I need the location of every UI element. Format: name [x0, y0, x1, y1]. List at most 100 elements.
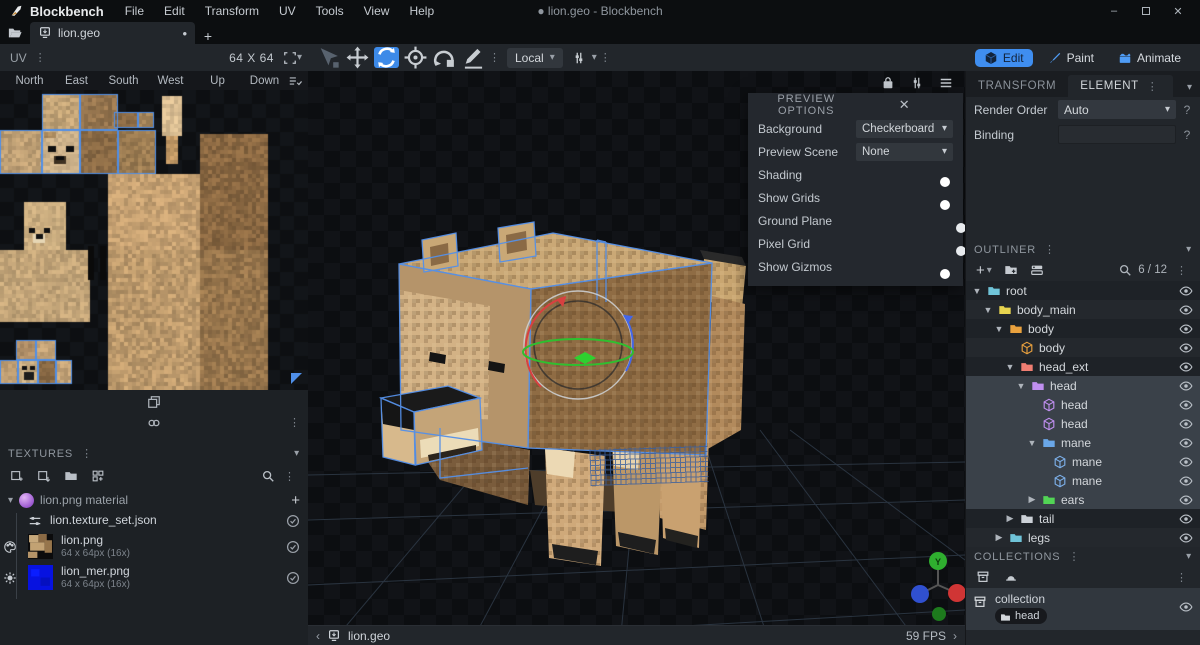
menu-file[interactable]: File: [116, 2, 153, 20]
next-tab-icon[interactable]: ›: [953, 629, 957, 643]
option-select[interactable]: None▾: [856, 143, 953, 161]
uv-texture-canvas[interactable]: [0, 90, 308, 390]
outliner-node-mane[interactable]: mane: [966, 471, 1200, 490]
tools-overflow-icon[interactable]: ⋮: [486, 51, 503, 64]
outliner-node-mane[interactable]: ▼mane: [966, 433, 1200, 452]
expand-icon[interactable]: ▶: [994, 532, 1004, 543]
move-tool[interactable]: [345, 47, 370, 68]
visibility-eye-icon[interactable]: [1179, 417, 1193, 431]
outliner-view-icon[interactable]: [1030, 263, 1044, 277]
vertex-snap-tool[interactable]: [316, 47, 341, 68]
outliner-node-ears[interactable]: ▶ears: [966, 490, 1200, 509]
textures-collapse-icon[interactable]: ▾: [294, 448, 300, 459]
close-button[interactable]: ✕: [1164, 2, 1192, 20]
toolbar-overflow-icon[interactable]: ⋮: [597, 51, 614, 64]
pivot-tool[interactable]: [403, 47, 428, 68]
visibility-eye-icon[interactable]: [1179, 512, 1193, 526]
prev-tab-icon[interactable]: ‹: [316, 629, 320, 643]
texture-enabled-icon[interactable]: [286, 514, 300, 528]
field-input[interactable]: [1058, 125, 1176, 144]
visibility-eye-icon[interactable]: [1179, 341, 1193, 355]
tab-menu-icon[interactable]: ⋮: [1144, 80, 1162, 93]
menu-edit[interactable]: Edit: [155, 2, 194, 20]
rotation-snap-icon[interactable]: [567, 47, 592, 68]
maximize-button[interactable]: [1132, 2, 1160, 20]
copy-uv-icon[interactable]: [8, 395, 300, 409]
expand-icon[interactable]: ▶: [1027, 494, 1037, 505]
frame-view-icon[interactable]: [283, 51, 297, 65]
tab-transform[interactable]: TRANSFORM: [966, 75, 1068, 97]
preview-sliders-icon[interactable]: [910, 76, 924, 90]
texture-folder-icon[interactable]: [64, 469, 78, 483]
collection-item[interactable]: collectionhead: [966, 588, 1200, 630]
bag-icon[interactable]: [881, 76, 895, 90]
outliner-node-head_ext[interactable]: ▼head_ext: [966, 357, 1200, 376]
collapse-icon[interactable]: ▼: [972, 286, 982, 296]
uv-face-up[interactable]: Up: [194, 75, 241, 87]
outliner-node-legs[interactable]: ▶legs: [966, 528, 1200, 547]
material-collapse-icon[interactable]: ▾: [8, 495, 13, 506]
outliner-node-head[interactable]: head: [966, 414, 1200, 433]
collapse-icon[interactable]: ▼: [1027, 438, 1037, 448]
uv-footer-menu-icon[interactable]: ⋮: [286, 416, 303, 429]
tab-lion-geo[interactable]: lion.geo •: [30, 22, 195, 44]
viewport-menu-icon[interactable]: [939, 76, 953, 90]
option-select[interactable]: Checkerboard▾: [856, 120, 953, 138]
add-element-button[interactable]: +▾: [976, 262, 992, 279]
texture-enabled-icon[interactable]: [286, 540, 300, 554]
menu-help[interactable]: Help: [400, 2, 443, 20]
collapse-icon[interactable]: ▼: [994, 324, 1004, 334]
pencil-tool[interactable]: [461, 47, 486, 68]
visibility-eye-icon[interactable]: [1179, 398, 1193, 412]
outliner-node-tail[interactable]: ▶tail: [966, 509, 1200, 528]
uv-checklist-icon[interactable]: [288, 74, 302, 88]
mode-paint[interactable]: Paint: [1039, 49, 1103, 67]
textures-toolbar-menu-icon[interactable]: ⋮: [281, 470, 298, 483]
uv-face-down[interactable]: Down: [241, 75, 288, 87]
frame-view-chevron-icon[interactable]: ▾: [297, 52, 302, 63]
textures-menu-icon[interactable]: ⋮: [78, 447, 96, 460]
panel-collapse-icon[interactable]: ▾: [1187, 82, 1200, 97]
texture-row[interactable]: lion.texture_set.json: [0, 511, 308, 531]
visibility-eye-icon[interactable]: [1179, 455, 1193, 469]
minimize-button[interactable]: –: [1100, 2, 1128, 20]
expand-icon[interactable]: ▶: [1005, 513, 1015, 524]
3d-viewport[interactable]: Y PREVIEW OPTIONS ✕ BackgroundCheckerboa…: [308, 71, 965, 645]
collapse-icon[interactable]: ▼: [1016, 381, 1026, 391]
outliner-node-mane[interactable]: mane: [966, 452, 1200, 471]
help-icon[interactable]: ?: [1182, 128, 1192, 142]
uv-resize-handle[interactable]: [291, 373, 302, 384]
texture-enabled-icon[interactable]: [286, 571, 300, 585]
mode-animate[interactable]: Animate: [1109, 49, 1190, 67]
outliner-menu-icon[interactable]: ⋮: [1041, 243, 1059, 256]
menu-tools[interactable]: Tools: [307, 2, 353, 20]
visibility-eye-icon[interactable]: [1179, 474, 1193, 488]
collections-menu-icon[interactable]: ⋮: [1065, 550, 1083, 563]
outliner-node-head[interactable]: ▼head: [966, 376, 1200, 395]
outliner-node-body_main[interactable]: ▼body_main: [966, 300, 1200, 319]
menu-view[interactable]: View: [355, 2, 399, 20]
outliner-search-icon[interactable]: [1118, 263, 1132, 277]
visibility-eye-icon[interactable]: [1179, 303, 1193, 317]
transform-space-select[interactable]: Local ▾: [507, 48, 563, 68]
uv-face-west[interactable]: West: [147, 75, 194, 87]
import-collection-icon[interactable]: [1004, 570, 1018, 584]
open-file-icon[interactable]: [0, 22, 30, 44]
outliner-node-body[interactable]: body: [966, 338, 1200, 357]
add-texture-button[interactable]: +: [291, 492, 300, 509]
search-icon[interactable]: [261, 469, 275, 483]
popup-close-icon[interactable]: ✕: [856, 97, 955, 113]
texture-material-group[interactable]: ▾lion.png material+: [0, 489, 308, 511]
menu-uv[interactable]: UV: [270, 2, 305, 20]
outliner-node-body[interactable]: ▼body: [966, 319, 1200, 338]
visibility-eye-icon[interactable]: [1179, 600, 1193, 614]
uv-panel-menu-icon[interactable]: ⋮: [32, 51, 49, 64]
help-icon[interactable]: ?: [1182, 103, 1192, 117]
texture-group-icon[interactable]: [91, 469, 105, 483]
uv-face-north[interactable]: North: [6, 75, 53, 87]
menu-transform[interactable]: Transform: [196, 2, 268, 20]
texture-row[interactable]: lion_mer.png64 x 64px (16x): [0, 562, 308, 593]
texture-row[interactable]: lion.png64 x 64px (16x): [0, 531, 308, 562]
uv-editor[interactable]: [0, 90, 308, 390]
mode-edit[interactable]: Edit: [975, 49, 1033, 67]
